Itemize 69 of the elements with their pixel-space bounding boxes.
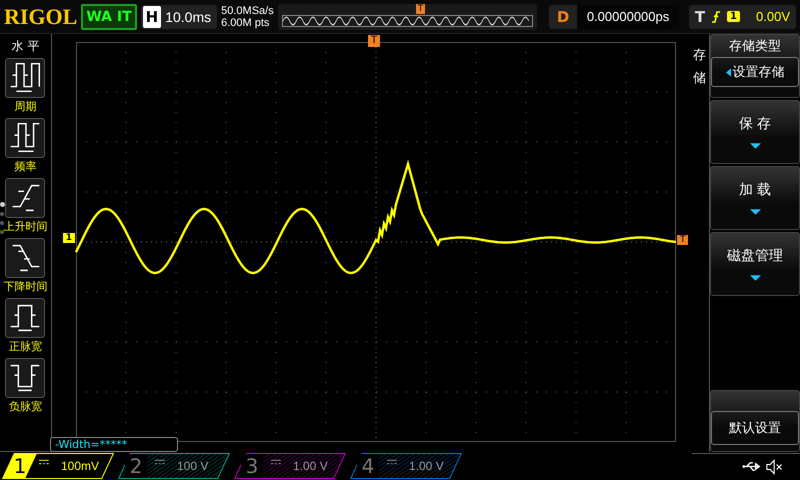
measure-label: 频率 (14, 159, 36, 174)
action-label: 默认设置 (711, 411, 800, 445)
channel-number: 2 (125, 454, 147, 478)
menu-tab-label: 存储 (693, 47, 706, 88)
delay-label: D (556, 8, 570, 26)
trigger-level-marker: T (676, 235, 688, 245)
storage-type-button[interactable]: 存储类型 设置存储 (710, 34, 800, 98)
measure-button[interactable] (5, 238, 46, 278)
channel-scale: 100 V (177, 459, 208, 473)
page-dot[interactable] (0, 230, 4, 234)
channel-scale: 1.00 V (293, 459, 328, 473)
panel-title: 水 平 (11, 38, 40, 55)
channel-marker: 1 (62, 233, 75, 243)
channel-tab[interactable]: 4 1.00 V (350, 453, 462, 479)
menu-button[interactable]: 磁盘管理 (710, 232, 800, 296)
default-settings-button[interactable]: 默认设置 (710, 390, 800, 452)
channel-scale: 100mV (61, 459, 100, 473)
measure-button[interactable] (5, 358, 46, 398)
down-triangle-icon (750, 275, 761, 281)
channel-tab[interactable]: 3 1.00 V (234, 453, 346, 479)
trigger-level: 0.00V (756, 9, 790, 24)
left-triangle-icon (726, 68, 731, 76)
trigger-box[interactable]: T 1 0.00V (688, 4, 796, 28)
dc-coupling-icon (38, 459, 49, 465)
measure-label: 上升时间 (3, 219, 48, 234)
timebase-value: 10.0ms (165, 8, 212, 24)
measure-label: 周期 (14, 99, 36, 114)
measurement-readout: -Width=***** (50, 437, 178, 452)
measure-button[interactable] (5, 58, 46, 98)
run-status[interactable]: WA IT (81, 4, 137, 30)
timebase-box[interactable]: H 10.0ms (140, 4, 218, 28)
channel-number: 3 (241, 454, 263, 478)
trigger-position-marker: T (368, 35, 380, 47)
page-dot[interactable] (0, 212, 4, 216)
menu-button[interactable]: 加 载 (710, 166, 800, 230)
rising-edge-icon (711, 10, 722, 24)
trigger-label: T (694, 8, 706, 26)
measure-label: 负脉宽 (8, 399, 42, 414)
overview-wave-icon (282, 14, 533, 26)
sample-rate: 50.0MSa/s (221, 4, 274, 16)
dc-coupling-icon (154, 459, 165, 465)
muted-speaker-icon (766, 458, 784, 474)
measure-label: 下降时间 (3, 279, 48, 294)
page-dot[interactable] (0, 202, 5, 207)
channel-scale: 1.00 V (409, 459, 444, 473)
trigger-position-marker: T (416, 4, 426, 14)
channel-tab[interactable]: 2 100 V (118, 453, 230, 479)
measure-button[interactable] (5, 298, 46, 338)
dc-coupling-icon (386, 459, 397, 465)
measure-label: 正脉宽 (8, 339, 42, 354)
channel-tab[interactable]: 1 100mV (2, 453, 114, 479)
usb-icon (742, 461, 762, 472)
timebase-label: H (142, 6, 162, 28)
option-value: 设置存储 (732, 64, 785, 81)
page-dot[interactable] (0, 221, 4, 225)
logo: RIGOL (4, 4, 78, 30)
menu-button[interactable]: 保 存 (710, 100, 800, 164)
memory-depth: 6.00M pts (221, 16, 270, 28)
channel-number: 4 (357, 454, 379, 478)
down-triangle-icon (750, 209, 761, 215)
delay-value: 0.00000000ps (577, 4, 679, 28)
measure-button[interactable] (5, 118, 46, 158)
down-triangle-icon (750, 143, 761, 149)
trigger-source: 1 (727, 11, 740, 22)
channel-number: 1 (12, 454, 28, 478)
measure-button[interactable] (5, 178, 46, 218)
delay-box[interactable]: D 0.00000000ps (548, 4, 679, 28)
dc-coupling-icon (270, 459, 281, 465)
option-title: 存储类型 (729, 38, 782, 55)
